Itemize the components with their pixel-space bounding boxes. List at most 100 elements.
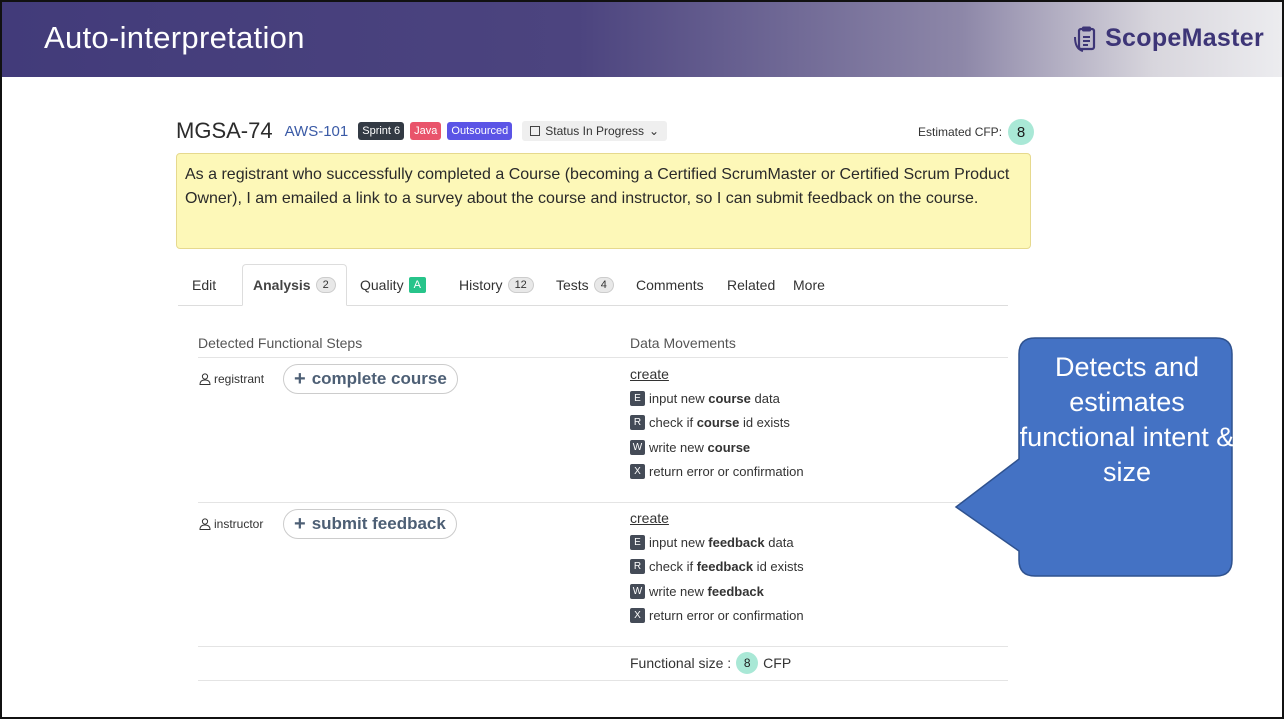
tab-comments[interactable]: Comments — [636, 264, 704, 306]
movement-object: feedback — [707, 583, 764, 599]
step-button-complete-course[interactable]: + complete course — [283, 364, 458, 394]
movement-text: return error or confirmation — [649, 464, 804, 480]
movement-suffix: id exists — [753, 559, 804, 575]
movement-text: input new — [649, 390, 709, 406]
divider — [198, 357, 1008, 358]
create-link[interactable]: create — [630, 510, 804, 526]
chevron-down-icon: ⌄ — [649, 124, 660, 138]
status-dropdown[interactable]: Status In Progress ⌄ — [522, 121, 668, 141]
tab-history-label: History — [459, 277, 503, 293]
story-header: MGSA-74 AWS-101 Sprint 6 Java Outsourced… — [176, 118, 668, 144]
read-letter: R — [630, 415, 645, 431]
movement-object: course — [696, 415, 740, 431]
slide-header: Auto-interpretation ScopeMaster — [2, 2, 1282, 77]
story-id[interactable]: MGSA-74 — [176, 118, 273, 144]
status-icon — [530, 126, 541, 136]
estimated-cfp: Estimated CFP: 8 — [918, 119, 1035, 145]
plus-icon: + — [294, 367, 306, 390]
tab-related-label: Related — [727, 277, 776, 293]
movement-row: E input new course data — [630, 386, 804, 411]
person-icon — [199, 373, 211, 385]
tab-analysis[interactable]: Analysis 2 — [242, 264, 347, 306]
movement-object: feedback — [696, 559, 754, 575]
movement-text: write new — [649, 439, 708, 455]
data-movements-group: create E input new feedback data R check… — [630, 510, 804, 628]
tab-related[interactable]: Related — [727, 264, 775, 306]
movement-suffix: data — [750, 390, 780, 406]
tab-edit-label: Edit — [192, 277, 217, 293]
movement-text: write new — [649, 583, 708, 599]
exit-letter: X — [630, 608, 645, 624]
movement-row: R check if feedback id exists — [630, 555, 804, 580]
tab-more[interactable]: More — [793, 264, 825, 306]
java-badge[interactable]: Java — [410, 122, 442, 140]
divider — [198, 646, 1008, 647]
divider — [198, 680, 1008, 681]
step-label: submit feedback — [311, 514, 446, 533]
movement-row: W write new course — [630, 435, 804, 460]
callout-text: Detects and estimates functional intent … — [1019, 352, 1235, 487]
data-movements-group: create E input new course data R check i… — [630, 366, 804, 484]
movement-object: feedback — [708, 534, 765, 550]
movement-object: course — [707, 439, 751, 455]
movement-suffix: id exists — [739, 415, 790, 431]
divider — [198, 502, 1008, 503]
functional-size-value: 8 — [736, 652, 759, 674]
actor-registrant: registrant — [199, 372, 264, 386]
movement-suffix: data — [764, 534, 794, 550]
movement-row: R check if course id exists — [630, 411, 804, 436]
logo-text: ScopeMaster — [1105, 24, 1264, 52]
scopemaster-logo: ScopeMaster — [1073, 24, 1264, 53]
actor-name: registrant — [214, 372, 265, 386]
tab-history[interactable]: History 12 — [459, 264, 534, 306]
movement-row: X return error or confirmation — [630, 460, 804, 485]
tab-analysis-label: Analysis — [253, 277, 311, 293]
user-story-text[interactable]: As a registrant who successfully complet… — [176, 153, 1031, 249]
movement-row: X return error or confirmation — [630, 604, 804, 629]
write-letter: W — [630, 583, 645, 599]
entry-letter: E — [630, 534, 645, 550]
estimated-cfp-label: Estimated CFP: — [918, 125, 1003, 139]
plus-icon: + — [294, 512, 306, 535]
tab-tests[interactable]: Tests 4 — [556, 264, 614, 306]
status-label: Status In Progress — [545, 124, 644, 138]
movement-text: input new — [649, 534, 709, 550]
create-link[interactable]: create — [630, 366, 804, 382]
tab-tests-label: Tests — [556, 277, 589, 293]
slide: Auto-interpretation ScopeMaster MGSA-74 … — [0, 0, 1284, 719]
tab-more-label: More — [793, 277, 825, 293]
movement-text: return error or confirmation — [649, 608, 804, 624]
tab-bar: Edit Analysis 2 Quality A History 12 Tes… — [178, 264, 1008, 306]
exit-letter: X — [630, 464, 645, 480]
aws-link[interactable]: AWS-101 — [285, 123, 349, 140]
read-letter: R — [630, 559, 645, 575]
history-count: 12 — [507, 277, 534, 293]
movements-column-header: Data Movements — [630, 335, 736, 351]
step-label: complete course — [311, 369, 447, 388]
tests-count: 4 — [593, 277, 614, 293]
actor-instructor: instructor — [199, 517, 263, 531]
functional-size-label: Functional size : — [630, 655, 732, 671]
sprint-badge[interactable]: Sprint 6 — [358, 122, 405, 140]
actor-name: instructor — [214, 517, 264, 531]
clipboard-icon — [1074, 26, 1096, 52]
write-letter: W — [630, 439, 645, 455]
quality-grade: A — [408, 277, 426, 293]
movement-row: E input new feedback data — [630, 530, 804, 555]
analysis-count: 2 — [315, 277, 336, 293]
slide-title: Auto-interpretation — [44, 20, 305, 55]
tab-quality[interactable]: Quality A — [360, 264, 426, 306]
functional-size-unit: CFP — [763, 655, 792, 671]
outsourced-badge[interactable]: Outsourced — [447, 122, 513, 140]
movement-text: check if — [649, 559, 697, 575]
step-button-submit-feedback[interactable]: + submit feedback — [283, 509, 457, 539]
estimated-cfp-value: 8 — [1008, 119, 1035, 145]
entry-letter: E — [630, 390, 645, 406]
tab-comments-label: Comments — [636, 277, 704, 293]
movement-text: check if — [649, 415, 697, 431]
movement-row: W write new feedback — [630, 579, 804, 604]
movement-object: course — [708, 390, 751, 406]
tab-edit[interactable]: Edit — [192, 264, 216, 306]
functional-size: Functional size : 8 CFP — [630, 652, 791, 674]
tab-quality-label: Quality — [360, 277, 404, 293]
